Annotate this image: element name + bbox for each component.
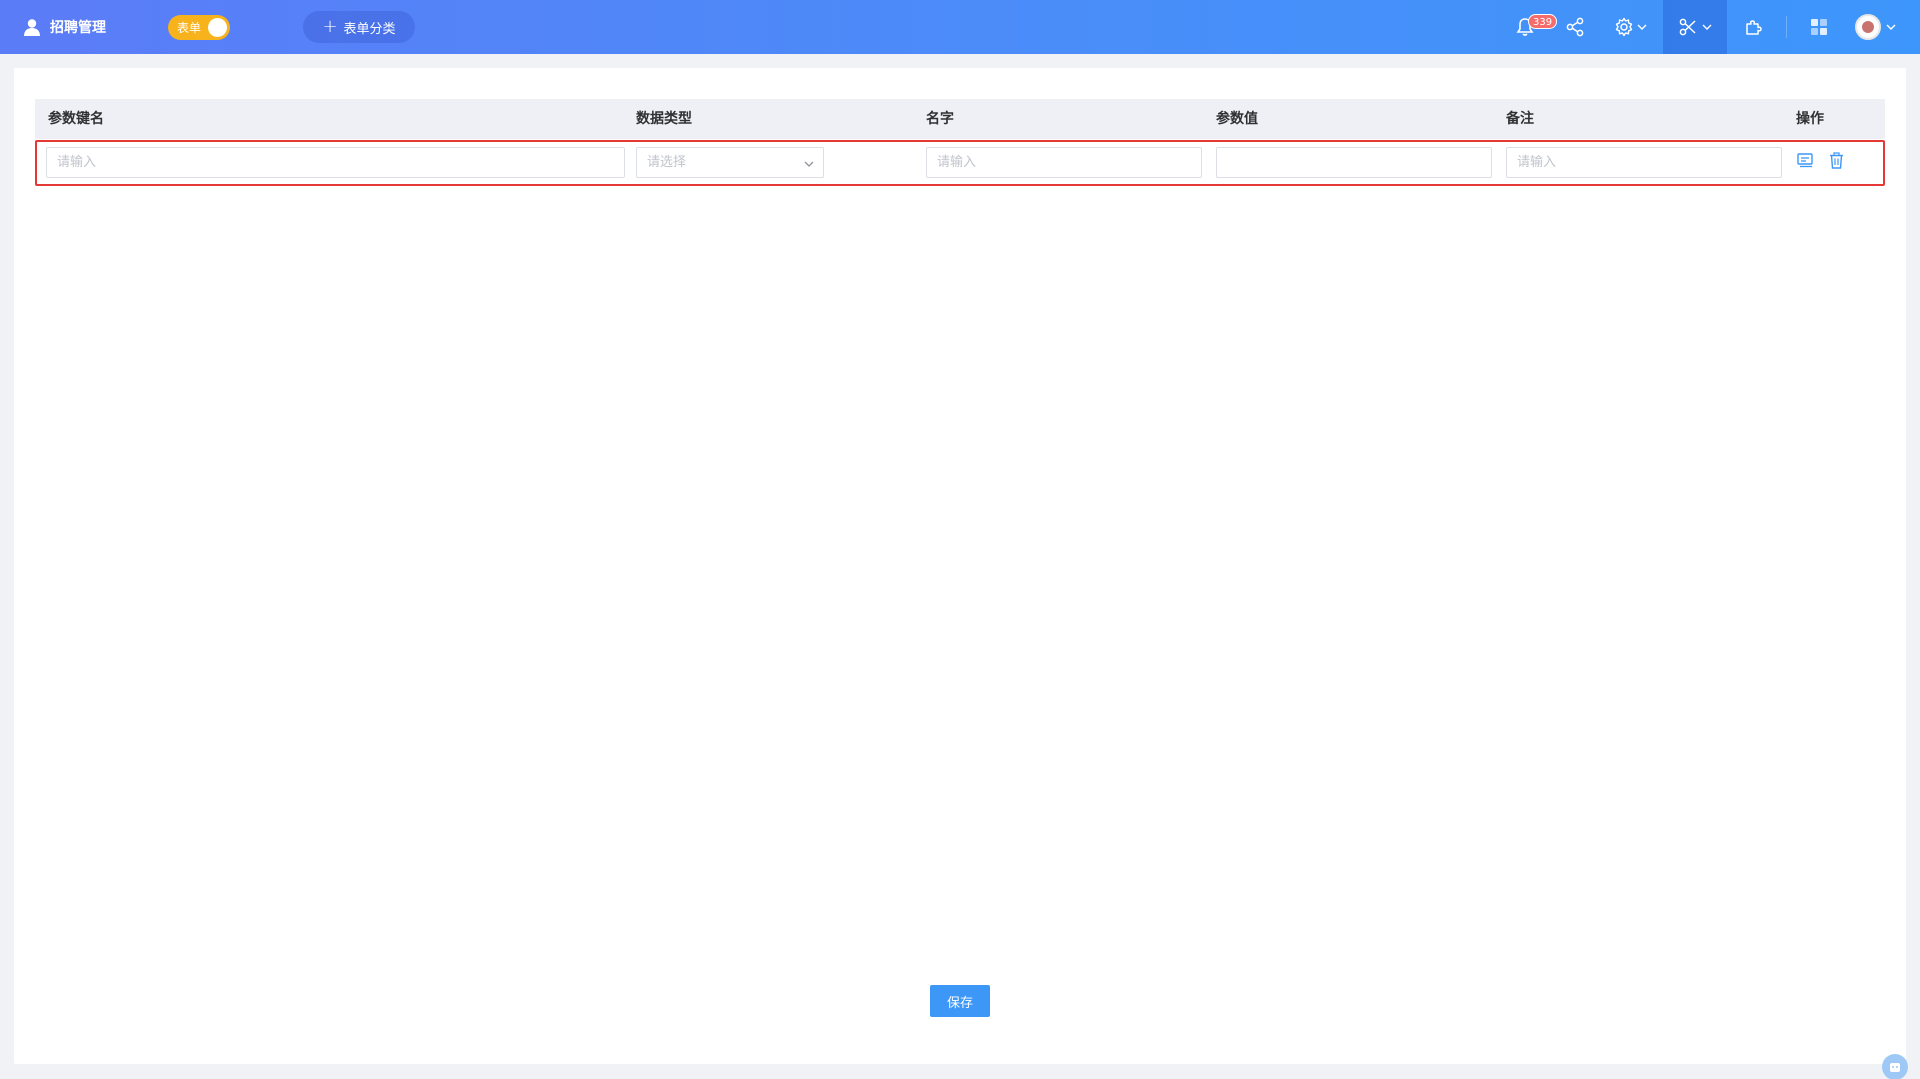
add-form-category-button[interactable]: + 表单分类 <box>303 11 415 43</box>
column-header-key: 参数键名 <box>48 111 104 127</box>
name-input[interactable] <box>926 147 1202 178</box>
puzzle-icon <box>1746 20 1762 35</box>
column-header-type: 数据类型 <box>636 111 692 127</box>
trash-icon <box>1829 151 1843 169</box>
floating-assistant-button[interactable] <box>1882 1054 1908 1079</box>
plugins-button[interactable] <box>1738 0 1768 54</box>
notifications-button[interactable]: 339 <box>1510 0 1558 54</box>
data-type-placeholder: 请选择 <box>647 155 687 170</box>
share-button[interactable] <box>1560 0 1590 54</box>
apps-button[interactable] <box>1804 0 1834 54</box>
chevron-down-icon <box>1702 24 1711 30</box>
parameter-form-card: 参数键名 数据类型 名字 参数值 备注 操作 请选择 保存 <box>14 68 1906 1064</box>
share-icon <box>1566 17 1584 37</box>
apps-icon <box>1811 19 1827 35</box>
toggle-label: 表单 <box>177 21 202 35</box>
toggle-knob <box>208 18 227 37</box>
top-navigation-bar: 招聘管理 表单 + 表单分类 339 <box>0 0 1920 54</box>
data-type-select[interactable]: 请选择 <box>636 147 824 178</box>
column-header-value: 参数值 <box>1216 111 1258 127</box>
toolbar-divider <box>1786 16 1787 38</box>
add-category-label: 表单分类 <box>343 21 396 37</box>
copy-row-button[interactable] <box>1795 150 1815 170</box>
app-title: 招聘管理 <box>50 20 106 36</box>
param-value-input[interactable] <box>1216 147 1492 178</box>
tools-icon <box>1679 18 1696 36</box>
remark-input[interactable] <box>1506 147 1782 178</box>
gear-icon <box>1615 17 1633 37</box>
plus-icon: + <box>322 16 338 37</box>
user-menu-button[interactable] <box>1852 0 1900 54</box>
chevron-down-icon <box>1886 24 1896 30</box>
user-icon <box>24 19 40 36</box>
tools-menu-button[interactable] <box>1663 0 1727 54</box>
column-header-actions: 操作 <box>1796 111 1824 127</box>
copy-icon <box>1796 152 1813 167</box>
settings-menu-button[interactable] <box>1608 0 1654 54</box>
column-header-remark: 备注 <box>1506 111 1534 127</box>
delete-row-button[interactable] <box>1826 150 1846 170</box>
avatar <box>1855 14 1881 40</box>
form-mode-toggle[interactable]: 表单 <box>168 15 230 40</box>
table-header: 参数键名 数据类型 名字 参数值 备注 操作 <box>35 99 1885 139</box>
column-header-name: 名字 <box>926 111 954 127</box>
chevron-down-icon <box>804 161 814 167</box>
notification-badge: 339 <box>1528 14 1558 29</box>
chevron-down-icon <box>1637 24 1647 30</box>
app-brand[interactable]: 招聘管理 <box>22 0 106 54</box>
param-key-input[interactable] <box>46 147 625 178</box>
assistant-icon <box>1890 1063 1900 1072</box>
save-button[interactable]: 保存 <box>930 985 990 1017</box>
